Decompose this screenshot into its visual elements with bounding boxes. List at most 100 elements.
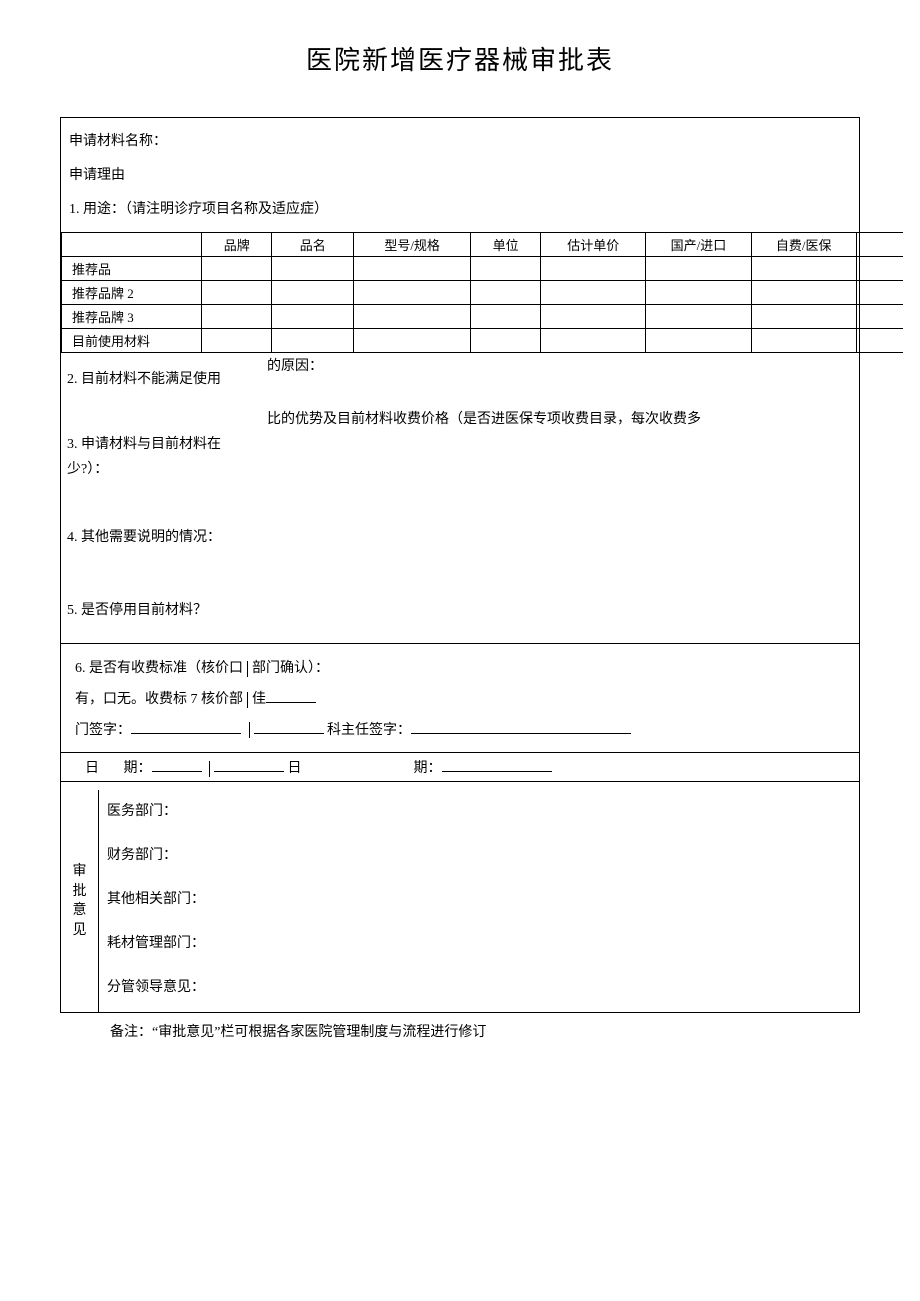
cell[interactable] (646, 257, 751, 281)
blank-line[interactable] (214, 758, 284, 772)
row-label: 推荐品牌 2 (62, 281, 202, 305)
cell[interactable] (751, 329, 856, 353)
divider-icon (249, 722, 250, 738)
table-row: 推荐品牌 3 (62, 305, 904, 329)
cell[interactable] (646, 305, 751, 329)
col-model: 型号/规格 (354, 233, 471, 257)
table-header-row: 品牌 品名 型号/规格 单位 估计单价 国产/进口 自费/医保 (62, 233, 904, 257)
divider-icon (209, 761, 210, 777)
s6-sign-left-label: 门签字： (75, 723, 131, 738)
cell[interactable] (471, 305, 541, 329)
col-brand: 品牌 (202, 233, 272, 257)
cell[interactable] (354, 329, 471, 353)
date1-field[interactable] (152, 758, 202, 772)
cell[interactable] (202, 329, 272, 353)
blank-line[interactable] (254, 720, 324, 734)
date1-b: 期： (124, 761, 152, 776)
cell[interactable] (272, 281, 354, 305)
divider-icon (247, 692, 248, 708)
section-3-left: 3. 申请材料与目前材料在少?）： (61, 406, 261, 496)
cell[interactable] (272, 257, 354, 281)
section-5: 5. 是否停用目前材料？ (61, 578, 859, 643)
date-row: 日 期： 日 期： (61, 752, 859, 782)
footnote: 备注：“审批意见”栏可根据各家医院管理制度与流程进行修订 (110, 1021, 860, 1041)
s6-l2a: 有，口无。收费标 7 核价部 (75, 692, 243, 707)
cell[interactable] (856, 305, 903, 329)
col-pay: 自费/医保 (751, 233, 856, 257)
col-extra (856, 233, 903, 257)
cell[interactable] (751, 305, 856, 329)
date2-a: 日 (288, 761, 302, 776)
row-label: 推荐品牌 3 (62, 305, 202, 329)
cell[interactable] (202, 257, 272, 281)
approval-row-other: 其他相关部门： (107, 888, 851, 908)
approval-body: 医务部门： 财务部门： 其他相关部门： 耗材管理部门： 分管领导意见： (99, 790, 859, 1012)
material-name-label: 申请材料名称： (69, 130, 851, 150)
cell[interactable] (646, 329, 751, 353)
cell[interactable] (856, 281, 903, 305)
cell[interactable] (202, 305, 272, 329)
section-6-line2: 有，口无。收费标 7 核价部佳 (75, 685, 853, 716)
approval-row-medical: 医务部门： (107, 800, 851, 820)
approval-side-label: 审批意见 (61, 790, 99, 1012)
approval-section: 审批意见 医务部门： 财务部门： 其他相关部门： 耗材管理部门： 分管领导意见： (60, 790, 860, 1013)
col-name: 品名 (272, 233, 354, 257)
cell[interactable] (354, 281, 471, 305)
cell[interactable] (541, 257, 646, 281)
usage-label: 1. 用途：（请注明诊疗项目名称及适应症） (69, 198, 851, 218)
date2-field[interactable] (442, 758, 552, 772)
cell[interactable] (856, 329, 903, 353)
col-price: 估计单价 (541, 233, 646, 257)
table-row: 目前使用材料 (62, 329, 904, 353)
section-3-right: 比的优势及目前材料收费价格（是否进医保专项收费目录，每次收费多 (267, 408, 701, 428)
divider-icon (247, 661, 248, 677)
section-6-line1: 6. 是否有收费标准（核价口部门确认）： (75, 654, 853, 685)
s6-l2b: 佳 (252, 692, 266, 707)
row-label: 推荐品 (62, 257, 202, 281)
s6-l1b: 部门确认）： (252, 661, 329, 676)
cell[interactable] (471, 281, 541, 305)
approval-row-finance: 财务部门： (107, 844, 851, 864)
table-row: 推荐品 (62, 257, 904, 281)
director-signature-field[interactable] (411, 720, 631, 734)
cell[interactable] (541, 305, 646, 329)
section-2: 2. 目前材料不能满足使用 的原因： (61, 353, 859, 406)
cell[interactable] (751, 257, 856, 281)
section-3: 3. 申请材料与目前材料在少?）： 比的优势及目前材料收费价格（是否进医保专项收… (61, 406, 859, 496)
s6-l1a: 6. 是否有收费标准（核价口 (75, 661, 243, 676)
col-blank (62, 233, 202, 257)
col-origin: 国产/进口 (646, 233, 751, 257)
section-4: 4. 其他需要说明的情况： (61, 497, 859, 578)
cell[interactable] (272, 329, 354, 353)
cell[interactable] (354, 305, 471, 329)
section-6: 6. 是否有收费标准（核价口部门确认）： 有，口无。收费标 7 核价部佳 门签字… (61, 643, 859, 752)
page-title: 医院新增医疗器械审批表 (60, 40, 860, 77)
section-4-label: 4. 其他需要说明的情况： (61, 497, 261, 578)
row-label: 目前使用材料 (62, 329, 202, 353)
cell[interactable] (541, 281, 646, 305)
brand-table: 品牌 品名 型号/规格 单位 估计单价 国产/进口 自费/医保 推荐品 推荐品牌… (61, 232, 903, 353)
table-row: 推荐品牌 2 (62, 281, 904, 305)
cell[interactable] (751, 281, 856, 305)
cell[interactable] (471, 257, 541, 281)
date2-b: 期： (414, 761, 442, 776)
cell[interactable] (202, 281, 272, 305)
cell[interactable] (646, 281, 751, 305)
section-5-label: 5. 是否停用目前材料？ (61, 578, 261, 643)
date1-a: 日 (85, 761, 99, 776)
section-2-left: 2. 目前材料不能满足使用 (61, 353, 261, 406)
approval-row-supplies: 耗材管理部门： (107, 932, 851, 952)
reason-label: 申请理由 (69, 164, 851, 184)
col-unit: 单位 (471, 233, 541, 257)
s6-sign-right-label: 科主任签字： (327, 723, 411, 738)
cell[interactable] (272, 305, 354, 329)
cell[interactable] (471, 329, 541, 353)
section-6-line3: 门签字： 科主任签字： (75, 716, 853, 747)
approval-row-leader: 分管领导意见： (107, 976, 851, 996)
cell[interactable] (541, 329, 646, 353)
cell[interactable] (856, 257, 903, 281)
pricing-signature-field[interactable] (131, 720, 241, 734)
cell[interactable] (354, 257, 471, 281)
blank-line[interactable] (266, 689, 316, 703)
section-2-right: 的原因： (267, 355, 323, 375)
